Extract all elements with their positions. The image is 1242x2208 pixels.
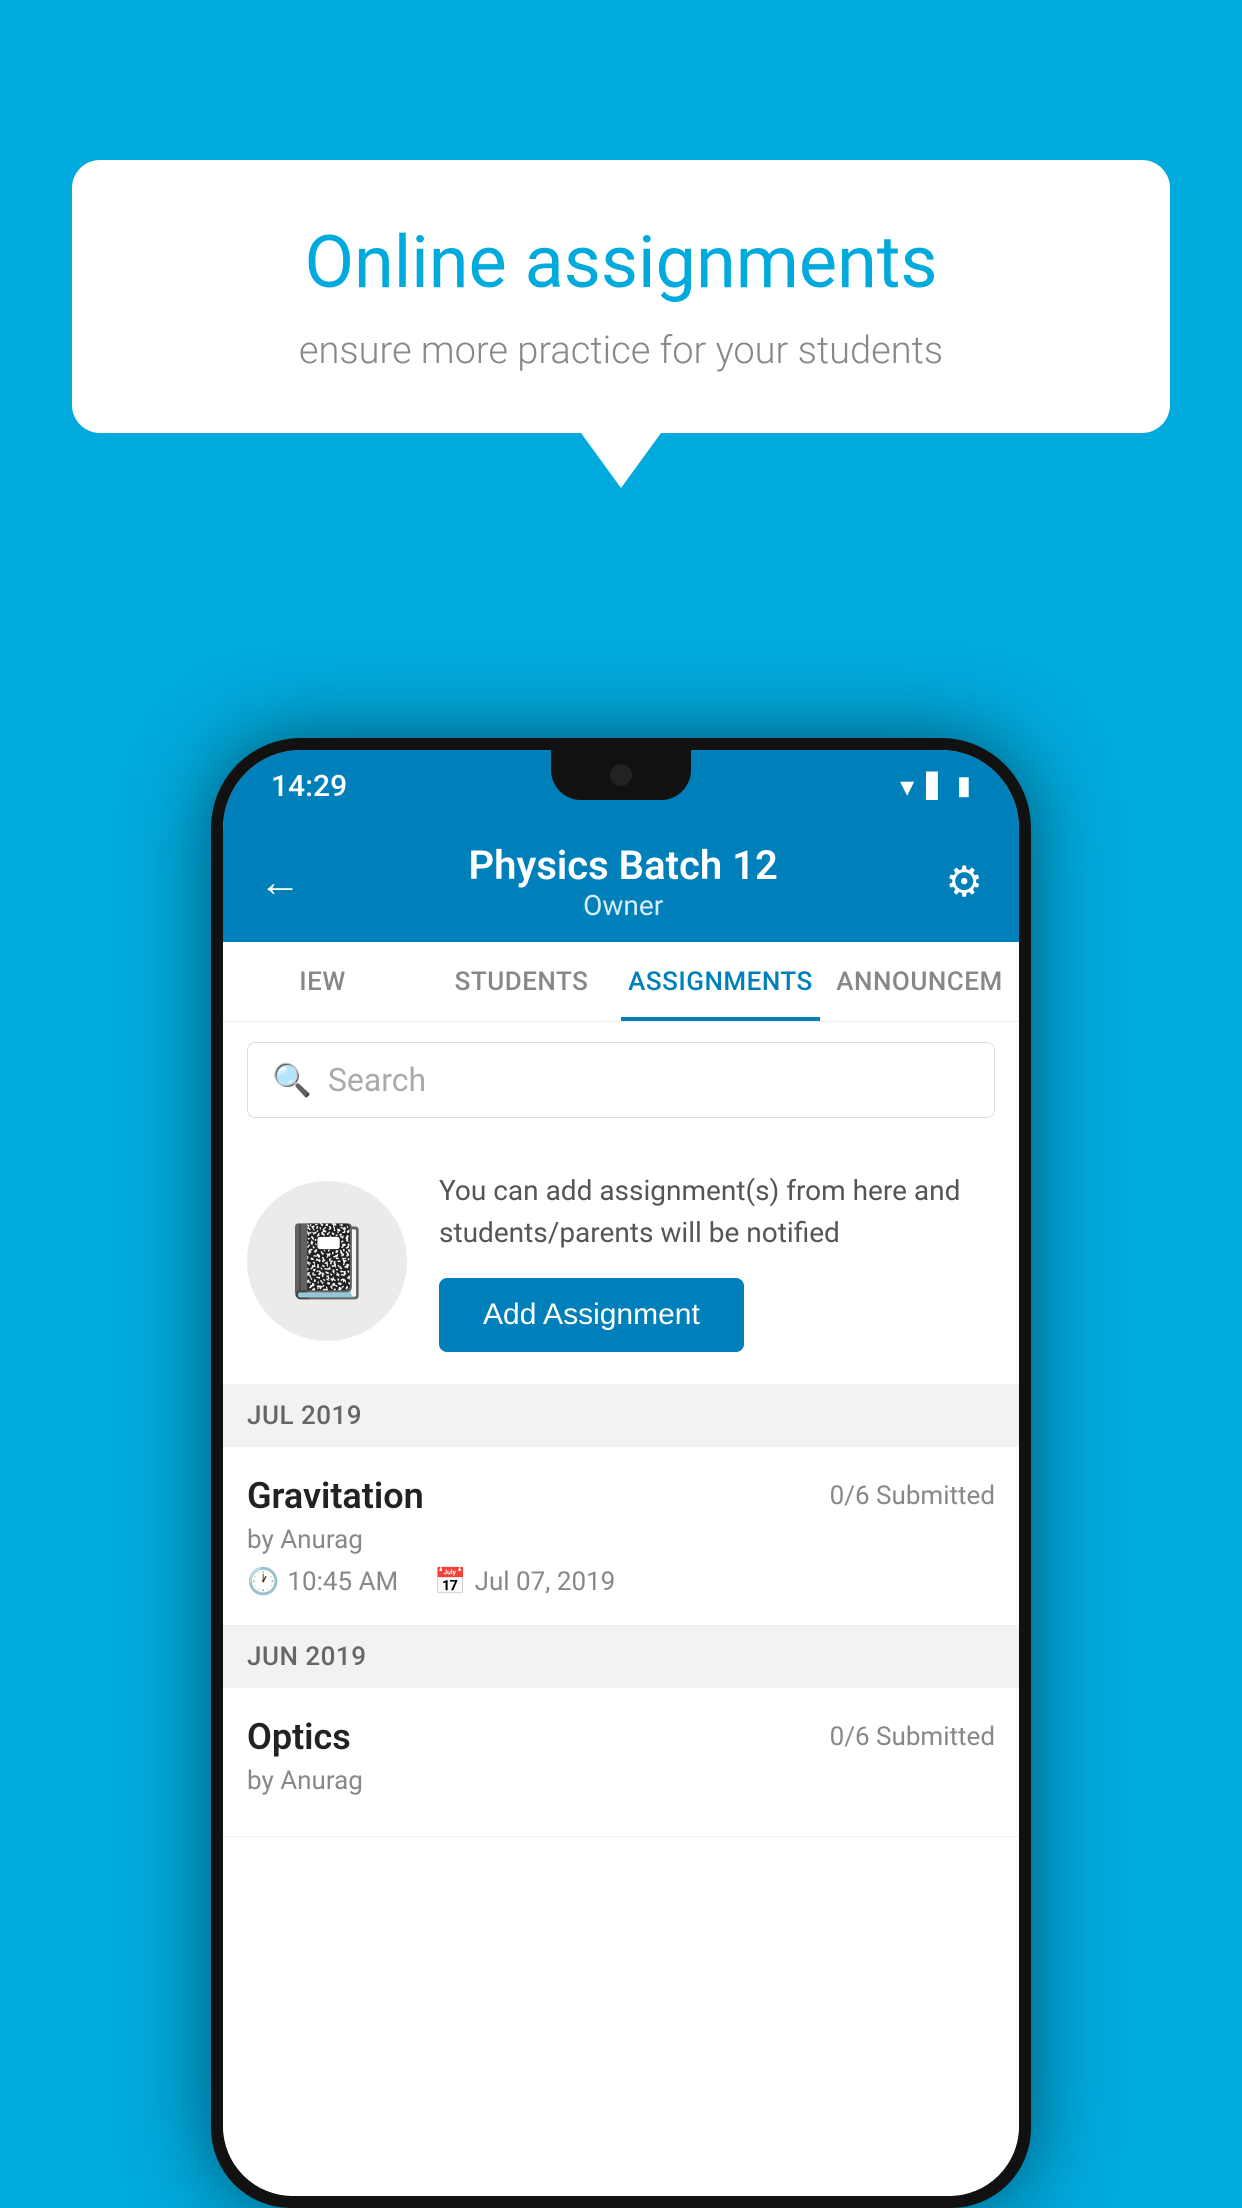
camera-dot xyxy=(610,764,632,786)
add-assignment-right: You can add assignment(s) from here and … xyxy=(439,1170,995,1352)
search-placeholder: Search xyxy=(328,1061,426,1099)
assignment-icon-circle: 📓 xyxy=(247,1181,407,1341)
add-assignment-description: You can add assignment(s) from here and … xyxy=(439,1170,995,1254)
tab-students[interactable]: STUDENTS xyxy=(422,942,621,1021)
hero-title: Online assignments xyxy=(152,220,1090,305)
hero-subtitle: ensure more practice for your students xyxy=(152,329,1090,373)
battery-icon: ▮ xyxy=(957,771,971,801)
assignment-submitted: 0/6 Submitted xyxy=(830,1481,995,1511)
meta-date: 📅 Jul 07, 2019 xyxy=(434,1567,615,1597)
settings-icon[interactable]: ⚙ xyxy=(945,857,983,907)
assignment-item-gravitation[interactable]: Gravitation 0/6 Submitted by Anurag 🕐 10… xyxy=(223,1447,1019,1626)
tab-bar: IEW STUDENTS ASSIGNMENTS ANNOUNCEM xyxy=(223,942,1019,1022)
assignment-top: Gravitation 0/6 Submitted xyxy=(247,1475,995,1517)
assignment-item-optics[interactable]: Optics 0/6 Submitted by Anurag xyxy=(223,1688,1019,1837)
header-subtitle: Owner xyxy=(469,889,778,922)
speech-bubble: Online assignments ensure more practice … xyxy=(72,160,1170,433)
status-bar: 14:29 ▾ ▋ ▮ xyxy=(223,750,1019,822)
month-header-jul: JUL 2019 xyxy=(223,1385,1019,1447)
assignment-name: Gravitation xyxy=(247,1475,424,1517)
tab-assignments[interactable]: ASSIGNMENTS xyxy=(621,942,820,1021)
header-title: Physics Batch 12 xyxy=(469,842,778,889)
phone-inner: 14:29 ▾ ▋ ▮ ← Physics Batch 12 Owner ⚙ xyxy=(223,750,1019,2196)
search-bar[interactable]: 🔍 Search xyxy=(247,1042,995,1118)
tab-announcements[interactable]: ANNOUNCEM xyxy=(820,942,1019,1021)
speech-bubble-tail xyxy=(581,433,661,488)
header-center: Physics Batch 12 Owner xyxy=(469,842,778,922)
add-assignment-section: 📓 You can add assignment(s) from here an… xyxy=(223,1138,1019,1385)
status-time: 14:29 xyxy=(271,769,347,804)
assignment-meta: 🕐 10:45 AM 📅 Jul 07, 2019 xyxy=(247,1567,995,1597)
assignment-name-optics: Optics xyxy=(247,1716,351,1758)
tab-iew[interactable]: IEW xyxy=(223,942,422,1021)
assignment-author: by Anurag xyxy=(247,1525,995,1555)
assignment-top-optics: Optics 0/6 Submitted xyxy=(247,1716,995,1758)
signal-icon: ▋ xyxy=(926,772,944,800)
calendar-icon: 📅 xyxy=(434,1567,466,1597)
app-header: ← Physics Batch 12 Owner ⚙ xyxy=(223,822,1019,942)
notch xyxy=(551,750,691,800)
wifi-icon: ▾ xyxy=(900,770,914,803)
phone-frame: 14:29 ▾ ▋ ▮ ← Physics Batch 12 Owner ⚙ xyxy=(211,738,1031,2208)
month-header-jun: JUN 2019 xyxy=(223,1626,1019,1688)
assignment-author-optics: by Anurag xyxy=(247,1766,995,1796)
clock-icon: 🕐 xyxy=(247,1567,279,1597)
assignment-submitted-optics: 0/6 Submitted xyxy=(830,1722,995,1752)
back-button[interactable]: ← xyxy=(259,858,301,907)
meta-time: 🕐 10:45 AM xyxy=(247,1567,398,1597)
add-assignment-button[interactable]: Add Assignment xyxy=(439,1278,744,1352)
search-icon: 🔍 xyxy=(272,1061,312,1099)
search-container: 🔍 Search xyxy=(223,1022,1019,1138)
notebook-icon: 📓 xyxy=(282,1219,372,1304)
content-area: 🔍 Search 📓 You can add assignment(s) fro… xyxy=(223,1022,1019,2196)
status-icons: ▾ ▋ ▮ xyxy=(900,770,971,803)
hero-section: Online assignments ensure more practice … xyxy=(72,160,1170,488)
